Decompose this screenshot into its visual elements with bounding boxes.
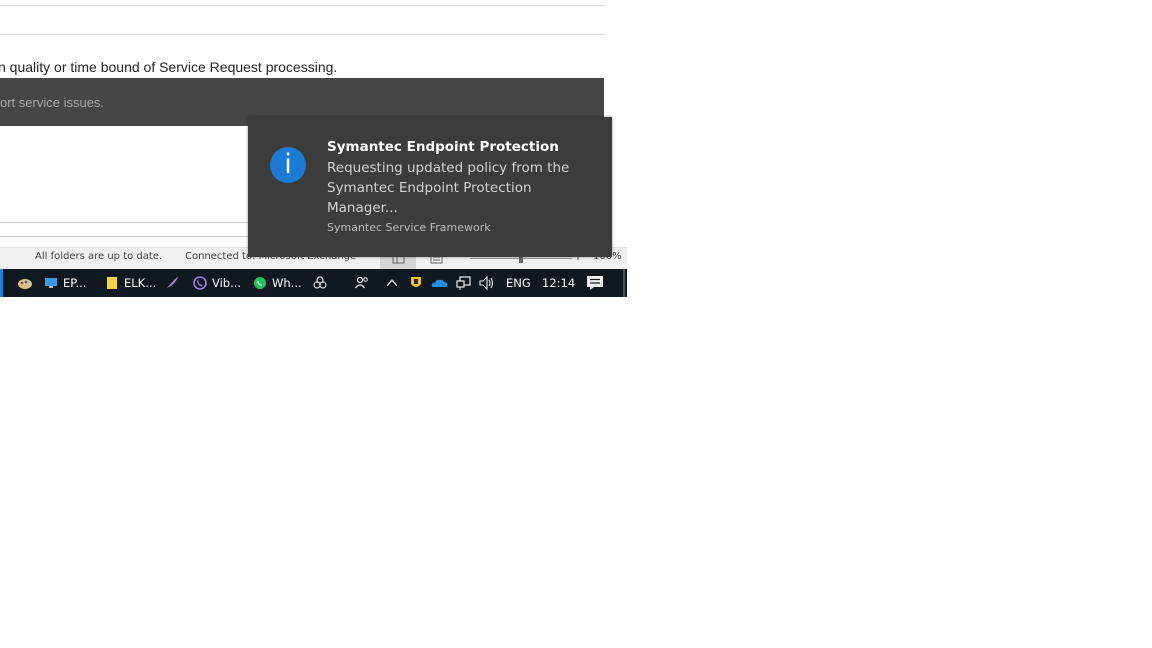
action-center-button[interactable] — [586, 269, 604, 297]
email-body-line: n quality or time bound of Service Reque… — [0, 59, 338, 75]
taskbar-app-sticky-notes[interactable]: ELK... — [105, 269, 156, 297]
viber-icon — [193, 276, 207, 290]
whatsapp-icon — [254, 277, 266, 289]
taskbar-edge — [0, 269, 3, 297]
action-center-icon — [587, 276, 603, 290]
divider — [0, 34, 604, 35]
notification-title: Symantec Endpoint Protection — [327, 139, 559, 155]
tray-symantec[interactable] — [409, 269, 423, 297]
remote-desktop-icon — [45, 278, 57, 288]
paint-icon — [18, 279, 32, 289]
volume-icon — [479, 275, 494, 291]
taskbar-app-feather[interactable] — [164, 269, 180, 297]
taskbar-app-whatsapp[interactable]: Wh... — [253, 269, 302, 297]
symantec-shield-icon — [411, 277, 421, 287]
taskbar-app-label: ELK... — [124, 276, 157, 290]
input-language[interactable]: ENG — [506, 269, 531, 297]
network-icon — [456, 276, 471, 290]
show-hidden-icons-button[interactable] — [385, 269, 399, 297]
info-icon: i — [270, 147, 306, 183]
taskbar-app-viber[interactable]: Vib... — [193, 269, 241, 297]
divider — [0, 236, 250, 237]
network-app-icon — [313, 276, 327, 289]
sync-status: All folders are up to date. — [35, 251, 163, 262]
divider — [0, 222, 250, 223]
tray-onedrive[interactable] — [431, 269, 449, 297]
taskbar-app-label: EP... — [63, 276, 87, 290]
banner-text: ort service issues. — [0, 95, 105, 110]
people-button[interactable] — [354, 269, 370, 297]
notification-toast[interactable]: i Symantec Endpoint Protection Requestin… — [248, 117, 612, 257]
taskbar-app-remote-desktop[interactable]: EP... — [44, 269, 86, 297]
taskbar-app-label: Vib... — [212, 276, 242, 290]
notification-message: Requesting updated policy from the Syman… — [327, 160, 570, 216]
taskbar-app-network[interactable] — [312, 269, 328, 297]
chevron-up-icon — [386, 278, 398, 287]
screenshot-region: n quality or time bound of Service Reque… — [0, 0, 627, 297]
taskbar-app-label: Wh... — [272, 276, 302, 290]
notification-source: Symantec Service Framework — [327, 221, 491, 234]
taskbar-clock[interactable]: 12:14 — [542, 269, 575, 297]
windows-taskbar: EP... ELK... Vib... Wh... ENG 12:14 — [0, 269, 627, 297]
sticky-notes-icon — [107, 277, 117, 289]
feather-icon — [166, 277, 178, 289]
tray-network[interactable] — [455, 269, 473, 297]
divider — [0, 5, 604, 6]
tray-volume[interactable] — [478, 269, 496, 297]
show-desktop-button[interactable] — [623, 269, 625, 297]
people-icon — [355, 276, 368, 289]
taskbar-app-paint[interactable] — [16, 269, 34, 297]
onedrive-icon — [431, 279, 448, 287]
